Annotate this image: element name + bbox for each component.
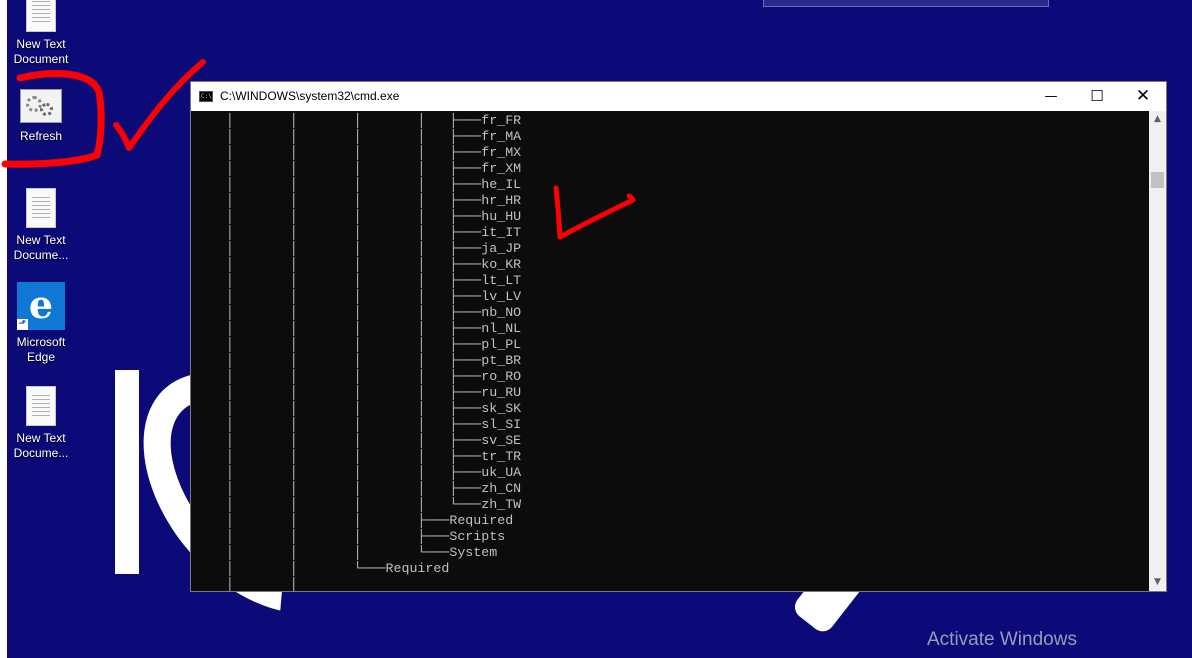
maximize-button[interactable]: ☐ xyxy=(1074,82,1120,111)
settings-gears-icon xyxy=(20,89,62,123)
minimize-button[interactable]: — xyxy=(1028,82,1074,111)
window-titlebar[interactable]: C:\ C:\WINDOWS\system32\cmd.exe — ☐ ✕ xyxy=(191,82,1166,111)
desktop-icon-label: New Text Docume... xyxy=(13,233,69,262)
vertical-scrollbar[interactable]: ▲ ▼ xyxy=(1149,111,1166,591)
desktop-icon-microsoft-edge[interactable]: e ⬏ Microsoft Edge xyxy=(1,282,81,365)
desktop-icon-label: New Text Docume... xyxy=(13,431,69,460)
desktop-icon-label: New Text Document xyxy=(13,37,69,66)
text-document-icon xyxy=(26,386,56,426)
close-button[interactable]: ✕ xyxy=(1120,82,1166,111)
text-document-icon xyxy=(26,188,56,228)
desktop-icon-refresh[interactable]: Refresh xyxy=(1,89,81,144)
console-output-area[interactable]: │ │ │ │ ├───fr_FR │ │ │ │ ├───fr_MA │ │ … xyxy=(191,111,1150,591)
scroll-up-icon[interactable]: ▲ xyxy=(1149,111,1166,128)
text-document-icon xyxy=(26,0,56,32)
desktop-icon-new-text-document-3[interactable]: New Text Docume... xyxy=(1,386,81,461)
scroll-down-icon[interactable]: ▼ xyxy=(1149,574,1166,591)
taskbar-edge xyxy=(763,0,1049,7)
cmd-window[interactable]: C:\ C:\WINDOWS\system32\cmd.exe — ☐ ✕ │ … xyxy=(190,81,1167,592)
edge-icon: e ⬏ xyxy=(17,282,65,330)
shortcut-arrow-icon: ⬏ xyxy=(17,319,28,330)
desktop-icon-label: Microsoft Edge xyxy=(16,335,66,364)
scrollbar-thumb[interactable] xyxy=(1151,172,1164,188)
window-title: C:\WINDOWS\system32\cmd.exe xyxy=(220,89,400,103)
wallpaper-shape xyxy=(115,370,139,574)
desktop-icon-label: Refresh xyxy=(19,129,63,143)
edge-glyph: e xyxy=(28,282,54,327)
console-text: │ │ │ │ ├───fr_FR │ │ │ │ ├───fr_MA │ │ … xyxy=(225,113,522,591)
cmd-icon: C:\ xyxy=(199,91,213,102)
activate-windows-watermark: Activate Windows xyxy=(927,629,1077,650)
desktop-icon-new-text-document-2[interactable]: New Text Docume... xyxy=(1,188,81,263)
desktop-icon-new-text-document-1[interactable]: New Text Document xyxy=(1,0,81,67)
